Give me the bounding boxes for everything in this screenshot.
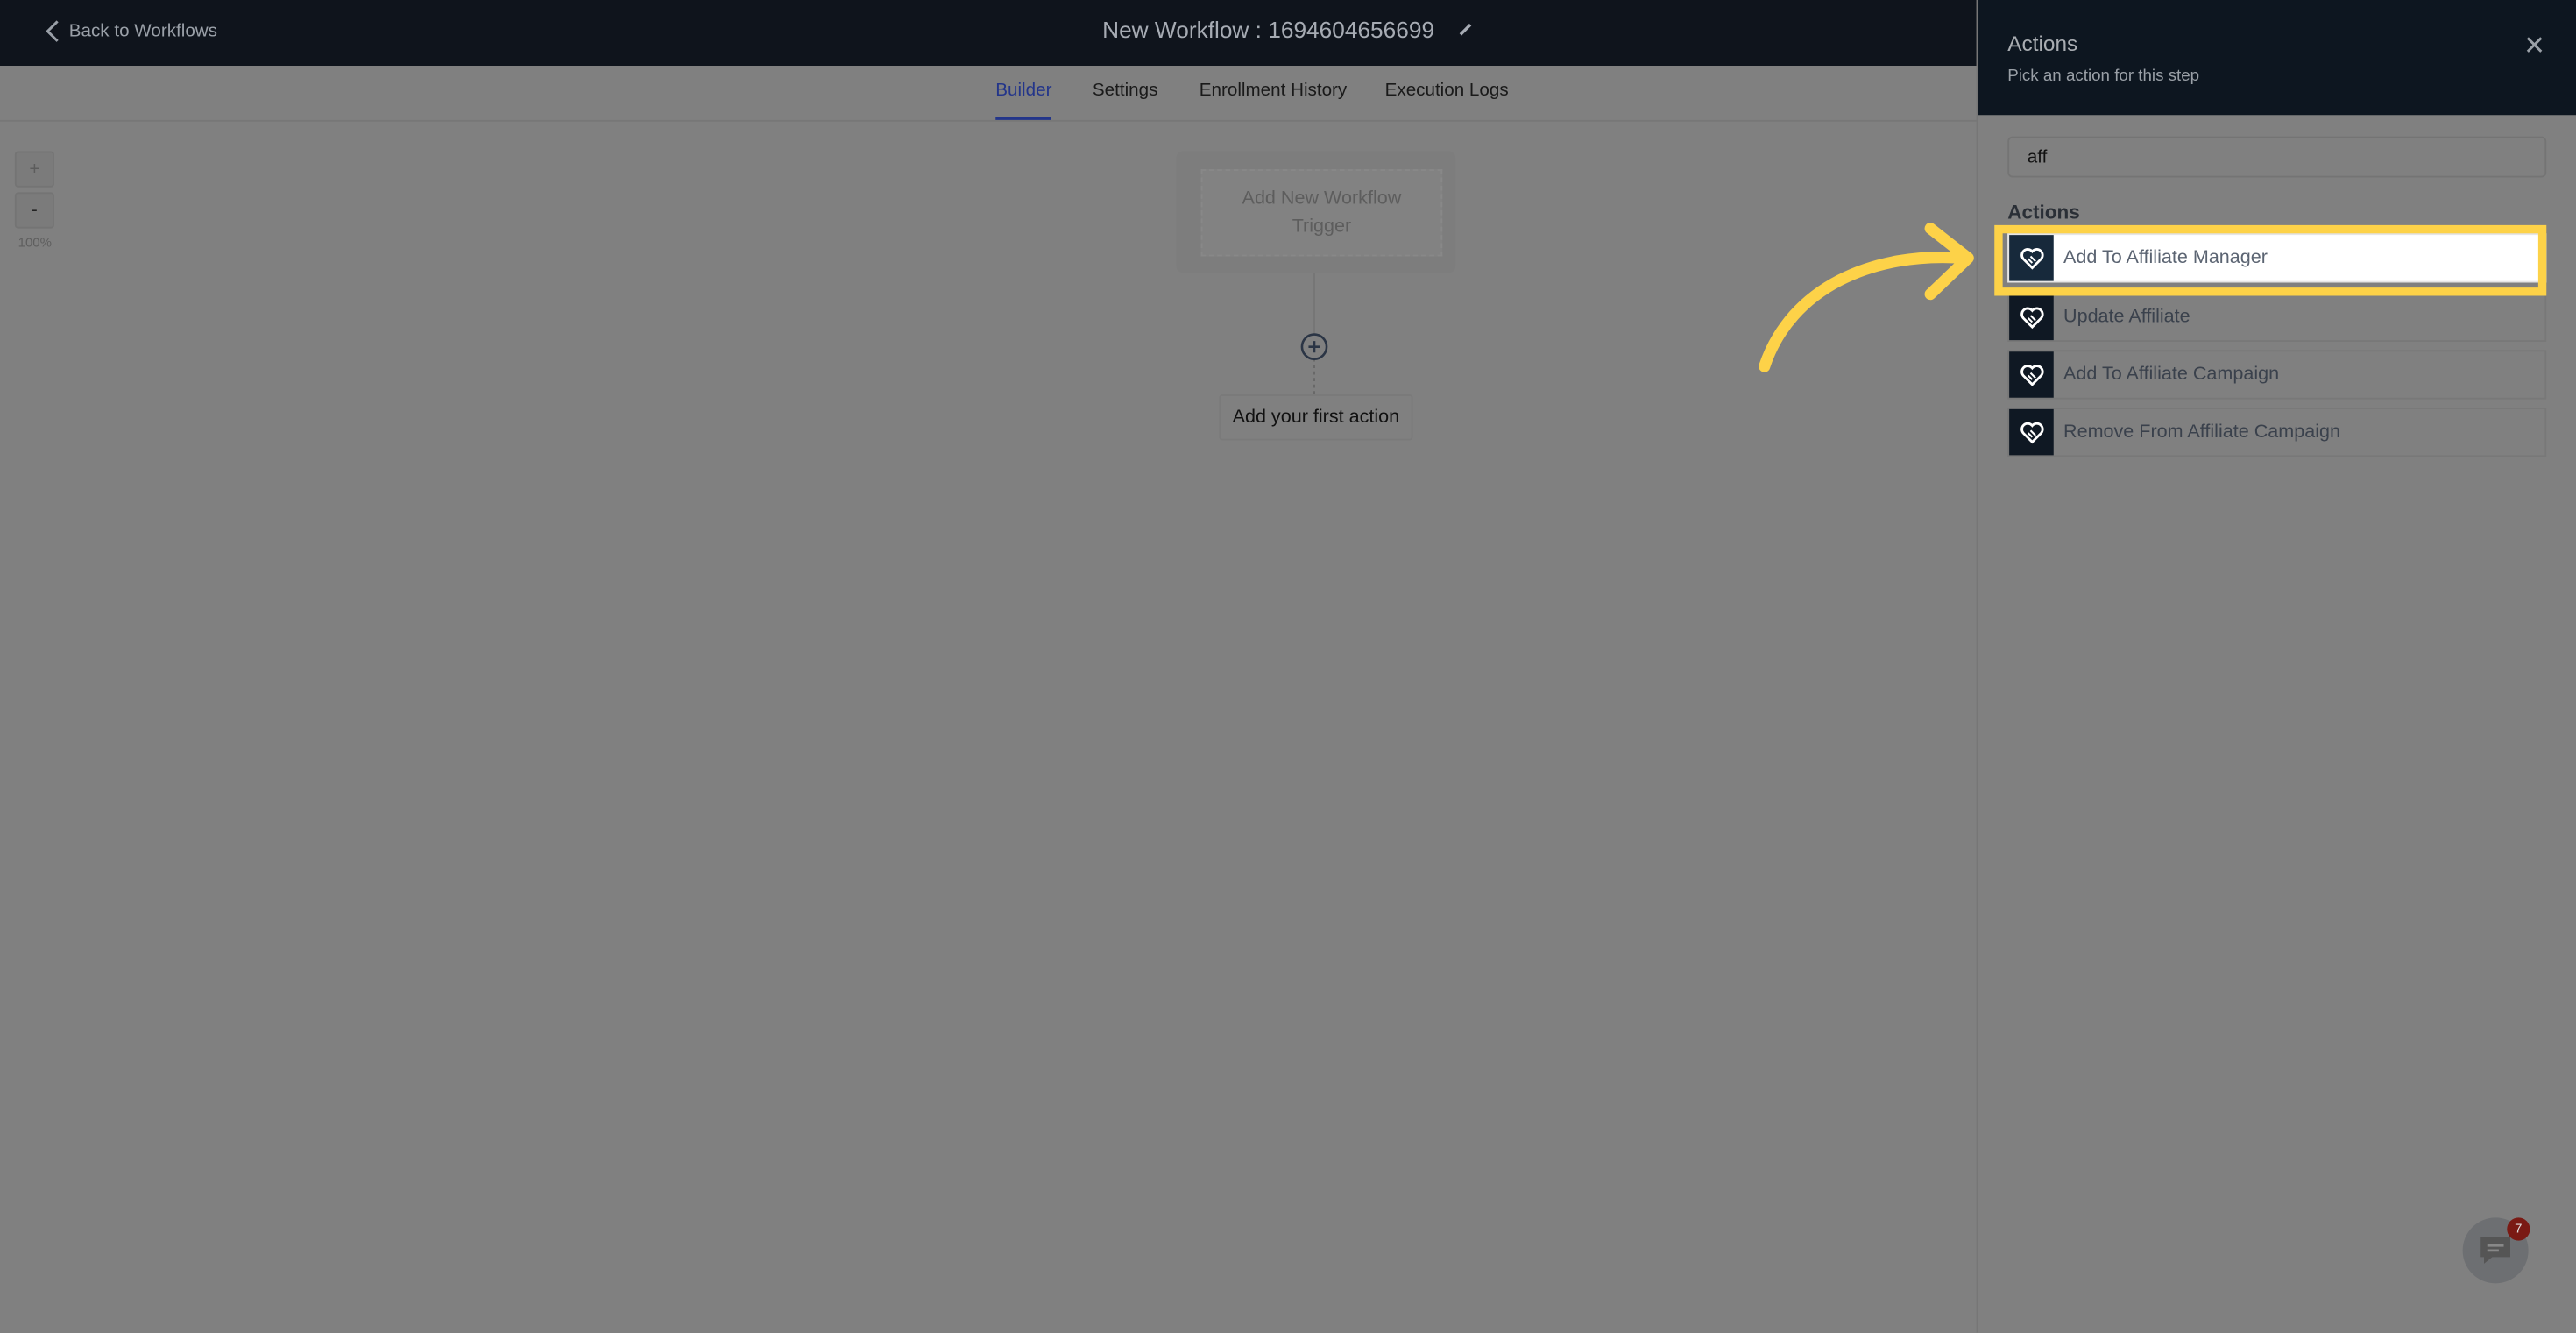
tab-settings[interactable]: Settings: [1093, 81, 1158, 101]
handshake-heart-icon: [2009, 408, 2054, 456]
workflow-title-text: New Workflow : 1694604656699: [1102, 16, 1435, 43]
handshake-heart-icon: [2009, 351, 2054, 398]
panel-title: Actions: [2007, 31, 2078, 56]
action-item-label: Remove From Affiliate Campaign: [2063, 422, 2340, 443]
chat-icon: [2480, 1237, 2510, 1264]
add-first-action-button[interactable]: Add your first action: [1219, 394, 1413, 441]
panel-subtitle: Pick an action for this step: [2007, 67, 2200, 86]
tab-builder[interactable]: Builder: [995, 81, 1052, 120]
action-item-label: Update Affiliate: [2063, 307, 2190, 328]
action-item-label: Add To Affiliate Campaign: [2063, 365, 2280, 385]
chat-badge: 7: [2507, 1217, 2530, 1241]
panel-header: Actions Pick an action for this step ✕: [1978, 0, 2576, 116]
highlight-box: [1994, 224, 2547, 296]
add-step-plus-icon[interactable]: [1299, 332, 1329, 362]
handshake-heart-icon: [2009, 294, 2054, 341]
action-item[interactable]: Add To Affiliate Campaign: [2007, 350, 2547, 400]
tab-execution-logs[interactable]: Execution Logs: [1385, 81, 1509, 101]
zoom-in-button[interactable]: +: [14, 151, 54, 188]
callout-arrow-icon: [1759, 223, 1974, 372]
action-search-input[interactable]: [2007, 136, 2547, 178]
action-item[interactable]: Remove From Affiliate Campaign: [2007, 408, 2547, 457]
zoom-level: 100%: [18, 235, 53, 250]
tab-enrollment-history[interactable]: Enrollment History: [1200, 81, 1347, 101]
pencil-icon[interactable]: [1457, 21, 1474, 38]
add-trigger-label: Add New Workflow Trigger: [1242, 188, 1402, 237]
actions-panel: Actions Pick an action for this step ✕ A…: [1976, 0, 2576, 1333]
actions-section-label: Actions: [2007, 200, 2080, 223]
zoom-out-button[interactable]: -: [14, 192, 54, 229]
close-icon[interactable]: ✕: [2523, 30, 2545, 63]
add-trigger-button[interactable]: Add New Workflow Trigger: [1200, 169, 1443, 257]
action-item[interactable]: Update Affiliate: [2007, 292, 2547, 342]
